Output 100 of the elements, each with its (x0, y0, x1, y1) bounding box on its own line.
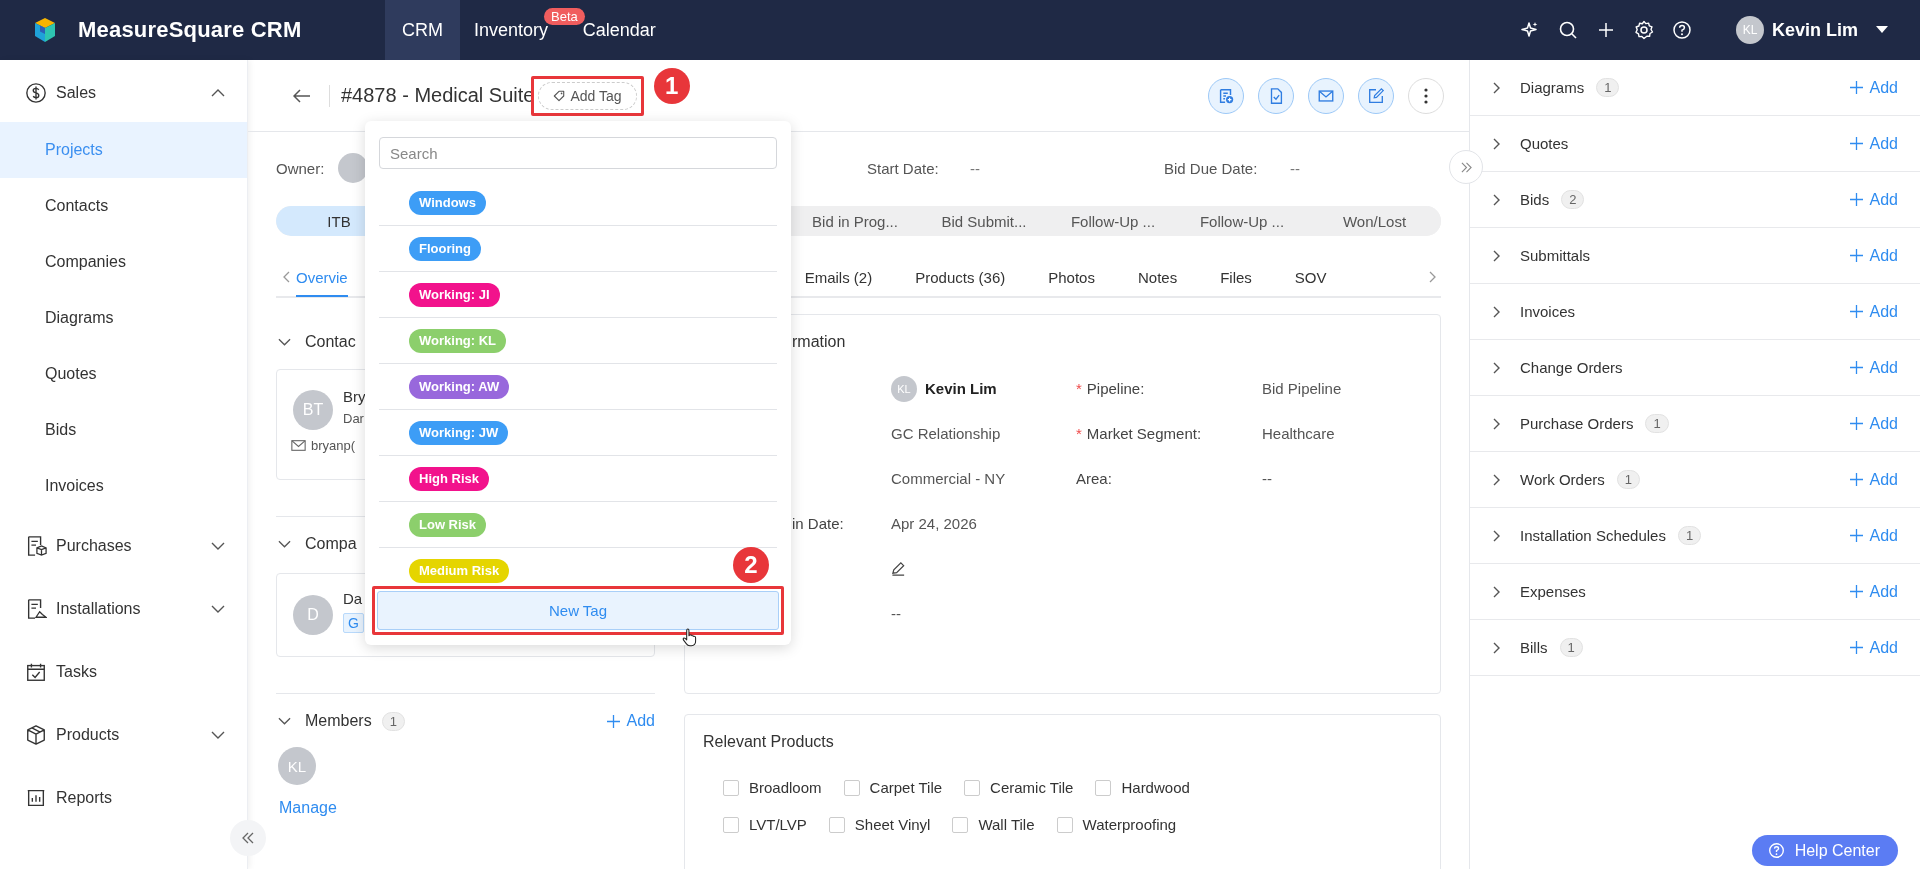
tab[interactable]: Emails (2) (804, 259, 873, 297)
help-icon (1767, 842, 1785, 859)
list-plus-icon (1217, 86, 1235, 105)
back-arrow-icon[interactable] (293, 88, 311, 103)
product-checkbox[interactable]: Carpet Tile (843, 779, 943, 796)
related-section[interactable]: Change Orders Add (1470, 340, 1920, 396)
add-link[interactable]: Add (1849, 638, 1898, 657)
add-link[interactable]: Add (606, 712, 655, 730)
add-tag-button[interactable]: Add Tag (538, 81, 637, 110)
document-check-button[interactable] (1258, 77, 1294, 114)
company-tag: G (343, 613, 364, 633)
chevron-right-icon (1493, 585, 1501, 598)
related-section[interactable]: Quotes Add (1470, 116, 1920, 172)
sidebar-group[interactable]: Tasks (0, 640, 247, 703)
section-title: Change Orders (1520, 359, 1623, 376)
product-checkbox[interactable]: Broadloom (723, 779, 822, 796)
add-link[interactable]: Add (1849, 470, 1898, 489)
sidebar-group[interactable]: Reports (0, 766, 247, 829)
help-center-button[interactable]: Help Center (1751, 835, 1898, 866)
related-section[interactable]: Work Orders 1 Add (1470, 452, 1920, 508)
chevron-down-icon[interactable] (278, 540, 291, 548)
document-chart-icon (25, 597, 47, 620)
sidebar-item[interactable]: Invoices (0, 458, 247, 514)
sidebar-group[interactable]: Products (0, 703, 247, 766)
edit-button[interactable] (1358, 77, 1394, 114)
section-title: Bills (1520, 639, 1548, 656)
chevron-down-icon[interactable] (278, 338, 291, 346)
related-section[interactable]: Bids 2 Add (1470, 172, 1920, 228)
count-badge: 1 (1645, 414, 1669, 433)
add-link[interactable]: Add (1849, 134, 1898, 153)
help-icon[interactable] (1671, 20, 1692, 40)
search-field[interactable]: Search (379, 137, 777, 169)
tag-option[interactable]: High Risk (409, 466, 489, 491)
scroll-left-icon[interactable] (282, 271, 290, 283)
related-section[interactable]: Installation Schedules 1 Add (1470, 508, 1920, 564)
tag-option[interactable]: Working: JI (409, 282, 500, 307)
email-button[interactable] (1308, 77, 1344, 114)
section-title: Installation Schedules (1520, 527, 1666, 544)
related-section[interactable]: Diagrams 1 Add (1470, 60, 1920, 116)
caret-icon[interactable] (1876, 26, 1888, 34)
related-section[interactable]: Purchase Orders 1 Add (1470, 396, 1920, 452)
product-checkbox[interactable]: Sheet Vinyl (828, 816, 931, 833)
add-link[interactable]: Add (1849, 246, 1898, 265)
sidebar-item[interactable]: Contacts (0, 178, 247, 234)
chevron-down-icon[interactable] (278, 717, 291, 725)
tab[interactable]: Files (1220, 259, 1252, 297)
pencil-icon[interactable] (891, 561, 906, 576)
tag-option[interactable]: Working: AW (409, 374, 510, 399)
settings-icon[interactable] (1633, 20, 1654, 40)
related-section[interactable]: Submittals Add (1470, 228, 1920, 284)
tab[interactable]: Products (36) (915, 259, 1006, 297)
count-badge: 2 (1561, 190, 1585, 209)
count-badge: 1 (1616, 470, 1640, 489)
sidebar-item[interactable]: Bids (0, 402, 247, 458)
related-section[interactable]: Invoices Add (1470, 284, 1920, 340)
user-name[interactable]: Kevin Lim (1771, 19, 1858, 41)
chevron-right-icon (1493, 417, 1501, 430)
section-title: Members (305, 712, 372, 730)
mail-icon (291, 440, 306, 451)
contact-email: bryanp( (311, 438, 356, 453)
section-title: Contac (305, 333, 356, 351)
product-checkbox[interactable]: LVT/LVP (723, 816, 807, 833)
list-add-button[interactable] (1208, 77, 1244, 114)
product-checkbox[interactable]: Ceramic Tile (964, 779, 1074, 796)
scroll-right-icon[interactable] (1429, 271, 1437, 283)
sidebar-group[interactable]: Sales (0, 64, 247, 122)
tab[interactable]: Photos (1048, 259, 1095, 297)
product-checkbox[interactable]: Waterproofing (1056, 816, 1177, 833)
edit-icon (1367, 86, 1385, 105)
plus-icon (1849, 417, 1863, 430)
related-section[interactable]: Bills 1 Add (1470, 620, 1920, 676)
add-link[interactable]: Add (1849, 302, 1898, 321)
add-link[interactable]: Add (1849, 526, 1898, 545)
sparkle-icon[interactable] (1519, 20, 1540, 40)
field-value: GC Relationship (891, 425, 1001, 442)
add-link[interactable]: Add (1849, 414, 1898, 433)
search-icon[interactable] (1557, 20, 1578, 40)
add-link[interactable]: Add (1849, 78, 1898, 97)
tab[interactable]: Overvie (296, 259, 348, 297)
sidebar-item[interactable]: Quotes (0, 346, 247, 402)
add-link[interactable]: Add (1849, 358, 1898, 377)
nav-tab[interactable]: CRM (385, 0, 460, 60)
sidebar-item[interactable]: Diagrams (0, 290, 247, 346)
chevron-right-icon (1493, 249, 1501, 262)
product-checkbox[interactable]: Hardwood (1095, 779, 1190, 796)
tab[interactable]: Notes (1137, 259, 1178, 297)
related-section[interactable]: Expenses Add (1470, 564, 1920, 620)
chevron-right-icon (1493, 81, 1501, 94)
start-date-value: -- (970, 159, 980, 177)
company-avatar: D (293, 595, 333, 635)
add-link[interactable]: Add (1849, 190, 1898, 209)
section-title: Expenses (1520, 583, 1586, 600)
tab[interactable]: SOV (1294, 259, 1327, 297)
sidebar-group[interactable]: Installations (0, 577, 247, 640)
add-link[interactable]: Add (1849, 582, 1898, 601)
product-checkbox[interactable]: Wall Tile (952, 816, 1035, 833)
manage-link[interactable]: Manage (279, 799, 337, 817)
chevron-right-icon (1493, 529, 1501, 542)
sidebar-item[interactable]: Companies (0, 234, 247, 290)
sidebar-group[interactable]: Purchases (0, 514, 247, 577)
